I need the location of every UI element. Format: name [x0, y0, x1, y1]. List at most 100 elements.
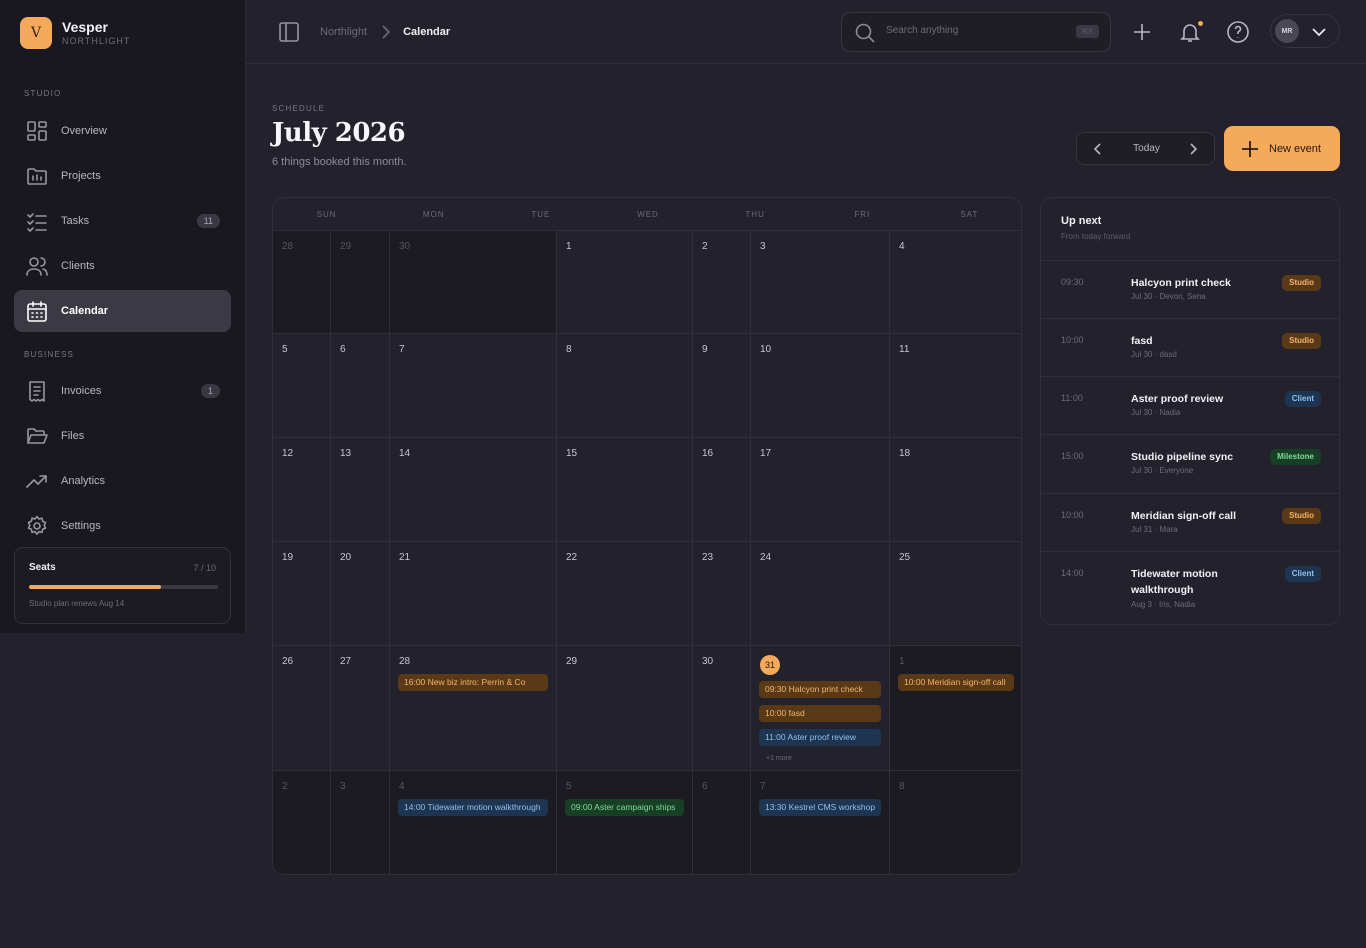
- calendar-event[interactable]: 09:00 Aster campaign ships: [565, 799, 684, 816]
- calendar-day-cell[interactable]: 3: [331, 771, 390, 874]
- section-label-business: BUSINESS: [24, 350, 75, 359]
- calendar-day-cell[interactable]: 10: [751, 334, 890, 438]
- calendar-day-cell[interactable]: 27: [331, 646, 390, 771]
- calendar-event[interactable]: 11:00 Aster proof review: [759, 729, 881, 746]
- calendar-day-cell[interactable]: 25: [890, 542, 1021, 646]
- chevron-right-icon[interactable]: [1186, 142, 1200, 156]
- calendar-day-cell[interactable]: 3: [751, 230, 890, 334]
- breadcrumb-parent[interactable]: Northlight: [320, 26, 367, 38]
- calendar-event[interactable]: 09:30 Halcyon print check: [759, 681, 881, 698]
- calendar-day-cell[interactable]: 31 09:30 Halcyon print check 10:00 fasd 11:…: [751, 646, 890, 771]
- up-next-item[interactable]: 10:00 fasd Jul 30 · dasd Studio: [1041, 318, 1339, 376]
- calendar-event[interactable]: 10:00 fasd: [759, 705, 881, 722]
- calendar-day-cell[interactable]: 11: [890, 334, 1021, 438]
- calendar-day-cell[interactable]: 4: [890, 230, 1021, 334]
- sidebar-item-projects[interactable]: Projects: [14, 155, 231, 197]
- day-number: 28: [399, 656, 411, 667]
- calendar-day-cell[interactable]: 30: [693, 646, 751, 771]
- breadcrumb: Northlight Calendar: [320, 25, 450, 39]
- page-eyebrow: SCHEDULE: [272, 104, 326, 113]
- user-menu[interactable]: MR: [1270, 14, 1340, 48]
- calendar-day-cell[interactable]: 6: [331, 334, 390, 438]
- day-number: 4: [399, 781, 405, 792]
- sidebar-item-analytics[interactable]: Analytics: [14, 460, 231, 502]
- sidebar-item-invoices[interactable]: Invoices 1: [14, 370, 231, 412]
- calendar-day-cell[interactable]: 30: [390, 230, 557, 334]
- calendar-event[interactable]: 13:30 Kestrel CMS workshop: [759, 799, 881, 816]
- sidebar-toggle-icon[interactable]: [278, 21, 300, 43]
- up-next-name: Halcyon print check: [1131, 277, 1231, 289]
- calendar-day-cell[interactable]: 8: [557, 334, 693, 438]
- sidebar-item-tasks[interactable]: Tasks 11: [14, 200, 231, 242]
- sidebar-item-label: Projects: [61, 170, 101, 182]
- calendar-day-cell[interactable]: 13: [331, 438, 390, 542]
- new-event-label: New event: [1269, 142, 1321, 155]
- plus-icon[interactable]: [1130, 20, 1154, 44]
- up-next-item[interactable]: 14:00 Tidewater motion walkthrough Aug 3 ·…: [1041, 551, 1339, 624]
- sidebar-item-overview[interactable]: Overview: [14, 110, 231, 152]
- calendar-day-cell[interactable]: 15: [557, 438, 693, 542]
- calendar-day-cell[interactable]: 26: [273, 646, 331, 771]
- calendar-day-cell[interactable]: 21: [390, 542, 557, 646]
- up-next-item[interactable]: 11:00 Aster proof review Jul 30 · Nadia Cli…: [1041, 376, 1339, 434]
- notification-dot: [1197, 20, 1204, 27]
- calendar-day-cell[interactable]: 4 14:00 Tidewater motion walkthrough: [390, 771, 557, 874]
- day-number: 29: [340, 241, 352, 252]
- calendar-day-cell[interactable]: 8: [890, 771, 1021, 874]
- sidebar-item-clients[interactable]: Clients: [14, 245, 231, 287]
- up-next-meta: Aug 3 · Iris, Nadia: [1131, 600, 1196, 609]
- calendar-day-cell[interactable]: 2: [273, 771, 331, 874]
- calendar-event[interactable]: 14:00 Tidewater motion walkthrough: [398, 799, 548, 816]
- calendar-day-cell[interactable]: 23: [693, 542, 751, 646]
- calendar-day-cell[interactable]: 29: [331, 230, 390, 334]
- up-next-item[interactable]: 09:30 Halcyon print check Jul 30 · Devon, …: [1041, 260, 1339, 318]
- calendar-day-cell[interactable]: 2: [693, 230, 751, 334]
- calendar-day-cell[interactable]: 28: [273, 230, 331, 334]
- calendar-day-cell[interactable]: 12: [273, 438, 331, 542]
- calendar-day-cell[interactable]: 22: [557, 542, 693, 646]
- search-box[interactable]: ⌘K: [841, 12, 1111, 52]
- calendar-day-cell[interactable]: 17: [751, 438, 890, 542]
- day-number: 25: [899, 552, 911, 563]
- calendar-day-cell[interactable]: 29: [557, 646, 693, 771]
- up-next-item[interactable]: 10:00 Meridian sign-off call Jul 31 · Mara…: [1041, 493, 1339, 551]
- event-type-tag: Client: [1284, 566, 1321, 582]
- weekday-header: SAT: [960, 210, 979, 219]
- calendar-day-cell[interactable]: 1: [557, 230, 693, 334]
- calendar-day-cell[interactable]: 5: [273, 334, 331, 438]
- sidebar-item-calendar[interactable]: Calendar: [14, 290, 231, 332]
- calendar-day-cell[interactable]: 19: [273, 542, 331, 646]
- up-next-time: 14:00: [1061, 568, 1084, 578]
- calendar-event[interactable]: 16:00 New biz intro: Perrin & Co: [398, 674, 548, 691]
- sidebar-item-files[interactable]: Files: [14, 415, 231, 457]
- calendar-day-cell[interactable]: 18: [890, 438, 1021, 542]
- calendar-day-cell[interactable]: 28 16:00 New biz intro: Perrin & Co: [390, 646, 557, 771]
- avatar: MR: [1275, 19, 1299, 43]
- calendar-day-cell[interactable]: 20: [331, 542, 390, 646]
- brand[interactable]: V Vesper NORTHLIGHT: [20, 17, 130, 49]
- calendar-day-cell[interactable]: 14: [390, 438, 557, 542]
- calendar-day-cell[interactable]: 6: [693, 771, 751, 874]
- calendar-day-cell[interactable]: 5 09:00 Aster campaign ships: [557, 771, 693, 874]
- calendar-day-cell[interactable]: 9: [693, 334, 751, 438]
- day-number: 20: [340, 552, 352, 563]
- up-next-item[interactable]: 15:00 Studio pipeline sync Jul 30 · Everyo…: [1041, 434, 1339, 493]
- more-events-link[interactable]: +1 more: [766, 755, 792, 762]
- calendar-day-cell[interactable]: 1 10:00 Meridian sign-off call: [890, 646, 1021, 771]
- search-input[interactable]: [886, 25, 1056, 36]
- sidebar-item-settings[interactable]: Settings: [14, 505, 231, 547]
- day-number: 3: [340, 781, 346, 792]
- calendar-day-cell[interactable]: 7: [390, 334, 557, 438]
- calendar-event[interactable]: 10:00 Meridian sign-off call: [898, 674, 1014, 691]
- help-icon[interactable]: [1226, 20, 1250, 44]
- calendar-day-cell[interactable]: 24: [751, 542, 890, 646]
- page-subtitle: 6 things booked this month.: [272, 156, 407, 168]
- search-icon: [855, 23, 875, 43]
- day-number: 1: [899, 656, 905, 667]
- calendar-day-cell[interactable]: 16: [693, 438, 751, 542]
- search-shortcut: ⌘K: [1075, 25, 1099, 38]
- day-number: 8: [566, 344, 572, 355]
- new-event-button[interactable]: New event: [1224, 126, 1340, 171]
- up-next-name: Meridian sign-off call: [1131, 510, 1237, 522]
- calendar-day-cell[interactable]: 7 13:30 Kestrel CMS workshop: [751, 771, 890, 874]
